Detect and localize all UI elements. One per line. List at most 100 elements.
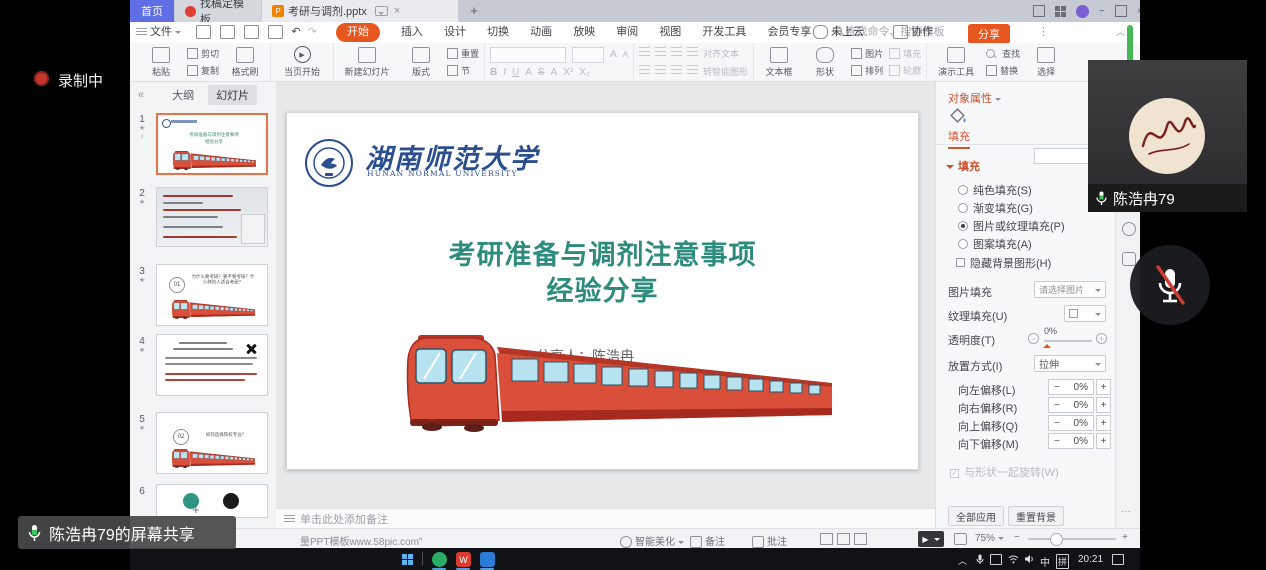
menu-item-insert[interactable]: 插入: [401, 22, 423, 43]
bold-button[interactable]: B: [490, 67, 497, 78]
slide-thumbnail-4[interactable]: [156, 334, 268, 396]
slide-thumbnail-2[interactable]: [156, 187, 268, 247]
shapes-button[interactable]: 形状: [805, 47, 845, 78]
fit-slide-icon[interactable]: [954, 533, 967, 545]
shadow-button[interactable]: A: [525, 67, 532, 78]
strike-button[interactable]: S: [538, 67, 545, 78]
menu-item-animation[interactable]: 动画: [530, 22, 552, 43]
placement-dropdown[interactable]: 拉伸: [1034, 355, 1106, 372]
cut-button[interactable]: 剪切: [187, 47, 219, 60]
outline-button[interactable]: 轮廓: [889, 64, 921, 77]
radio-solid-fill[interactable]: 纯色填充(S): [958, 182, 1032, 198]
slide-thumbnail-3[interactable]: 01 为什么要考研？要不要考研？什么样的人适合考研？: [156, 264, 268, 326]
font-grow-button[interactable]: A: [610, 49, 617, 60]
opacity-minus-button[interactable]: −: [1028, 333, 1039, 344]
menu-item-devtools[interactable]: 开发工具: [702, 22, 746, 43]
tray-wifi-icon[interactable]: [1008, 555, 1019, 564]
slide-canvas[interactable]: 湖南师范大学 HUNAN NORMAL UNIVERSITY 考研准备与调剂注意…: [276, 82, 935, 508]
menu-item-home[interactable]: 开始: [336, 23, 380, 42]
train-image[interactable]: [402, 325, 832, 437]
strip-more-icon[interactable]: ···: [1121, 506, 1131, 517]
export-icon[interactable]: [220, 25, 235, 39]
menu-item-transition[interactable]: 切换: [487, 22, 509, 43]
zoom-out-button[interactable]: −: [1014, 532, 1020, 543]
tab-comment-icon[interactable]: [375, 6, 388, 16]
add-slide-plus[interactable]: +: [192, 502, 200, 517]
notification-center-icon[interactable]: [1112, 554, 1124, 565]
superscript-button[interactable]: X²: [563, 67, 573, 78]
tray-pinyin-icon[interactable]: 拼: [1056, 554, 1069, 569]
wechat-taskbar-icon[interactable]: [432, 552, 447, 567]
to-smartart-button[interactable]: 转智能图形: [703, 65, 748, 78]
tab-close-icon[interactable]: ×: [394, 5, 400, 17]
meeting-taskbar-icon[interactable]: [480, 552, 495, 567]
indent-increase-icon[interactable]: [687, 47, 698, 56]
tab-slides[interactable]: 幻灯片: [208, 85, 257, 105]
microphone-muted-button[interactable]: [1130, 245, 1210, 325]
zoom-slider[interactable]: [1028, 538, 1116, 540]
select-button[interactable]: 选择: [1026, 47, 1066, 78]
slide-thumbnail-1[interactable]: 考研准备与调剂注意事项 经验分享: [156, 113, 268, 175]
offset-left-plus[interactable]: +: [1096, 379, 1111, 395]
bullet-list-icon[interactable]: [639, 47, 650, 56]
paste-button[interactable]: 粘贴: [141, 47, 181, 78]
notes-toggle-button[interactable]: 备注: [690, 533, 725, 548]
layout-button[interactable]: 版式: [401, 47, 441, 78]
grid-view-icon[interactable]: [837, 533, 850, 545]
comments-button[interactable]: 批注: [752, 533, 787, 548]
reset-button[interactable]: 重置: [447, 47, 479, 60]
tab-home[interactable]: 首页: [130, 0, 174, 22]
section-button[interactable]: 节: [447, 64, 479, 77]
font-shrink-button[interactable]: A: [623, 50, 628, 59]
tab-fill[interactable]: 填充: [948, 128, 970, 149]
slide-title-line2[interactable]: 经验分享: [287, 275, 918, 308]
number-list-icon[interactable]: [655, 47, 666, 56]
picture-fill-dropdown[interactable]: 请选择图片: [1034, 281, 1106, 298]
opacity-plus-button[interactable]: +: [1096, 333, 1107, 344]
offset-right-plus[interactable]: +: [1096, 397, 1111, 413]
slideshow-play-button[interactable]: ▶: [918, 531, 944, 547]
taskbar-clock[interactable]: 20:21: [1078, 554, 1103, 565]
tab-outline[interactable]: 大纲: [172, 87, 194, 103]
normal-view-icon[interactable]: [820, 533, 833, 545]
radio-picture-fill[interactable]: 图片或纹理填充(P): [958, 218, 1065, 234]
tray-ime-icon[interactable]: 中: [1040, 554, 1050, 569]
apply-all-button[interactable]: 全部应用: [948, 506, 1004, 526]
tray-mic-icon[interactable]: [976, 554, 984, 565]
participant-video-tile[interactable]: 陈浩冉79: [1088, 60, 1247, 212]
tray-expand-icon[interactable]: ︿: [958, 554, 967, 567]
smart-beautify-button[interactable]: 智能美化: [620, 533, 684, 548]
font-name-box[interactable]: [490, 47, 566, 63]
fill-button[interactable]: 填充: [889, 47, 921, 60]
collapse-ribbon-icon[interactable]: ︿: [1116, 22, 1125, 43]
menu-item-view[interactable]: 视图: [659, 22, 681, 43]
tab-template[interactable]: 找稿定模板: [175, 0, 261, 22]
print-icon[interactable]: [244, 25, 259, 39]
opacity-slider[interactable]: [1044, 340, 1092, 342]
close-window-button[interactable]: ×: [1137, 6, 1140, 17]
offset-top-plus[interactable]: +: [1096, 415, 1111, 431]
textbox-button[interactable]: 文本框: [759, 47, 799, 78]
offset-left-spinner[interactable]: −0%: [1048, 379, 1094, 395]
indent-decrease-icon[interactable]: [671, 47, 682, 56]
preview-icon[interactable]: [268, 25, 283, 39]
subscript-button[interactable]: X₂: [579, 67, 590, 78]
undo-icon[interactable]: ↶: [291, 22, 300, 43]
zoom-slider-knob[interactable]: [1050, 533, 1063, 546]
workspace-icon[interactable]: [1033, 5, 1045, 17]
replace-button[interactable]: 替换: [986, 64, 1020, 77]
reading-view-icon[interactable]: [854, 533, 867, 545]
wps-taskbar-icon[interactable]: W: [456, 552, 471, 567]
font-color-button[interactable]: A: [551, 67, 558, 78]
current-slide[interactable]: 湖南师范大学 HUNAN NORMAL UNIVERSITY 考研准备与调剂注意…: [286, 112, 919, 470]
slide-thumbnail-5[interactable]: 02 如何选择院校专业？: [156, 412, 268, 474]
texture-fill-dropdown[interactable]: [1064, 305, 1106, 322]
new-tab-button[interactable]: +: [466, 3, 482, 19]
animation-pane-icon[interactable]: [1122, 222, 1136, 236]
align-right-icon[interactable]: [671, 65, 682, 74]
align-center-icon[interactable]: [655, 65, 666, 74]
opacity-slider-marker[interactable]: [1043, 340, 1051, 348]
share-button[interactable]: 分享: [968, 24, 1010, 44]
collapse-panel-icon[interactable]: «: [138, 89, 144, 101]
reset-background-button[interactable]: 重置背景: [1008, 506, 1064, 526]
